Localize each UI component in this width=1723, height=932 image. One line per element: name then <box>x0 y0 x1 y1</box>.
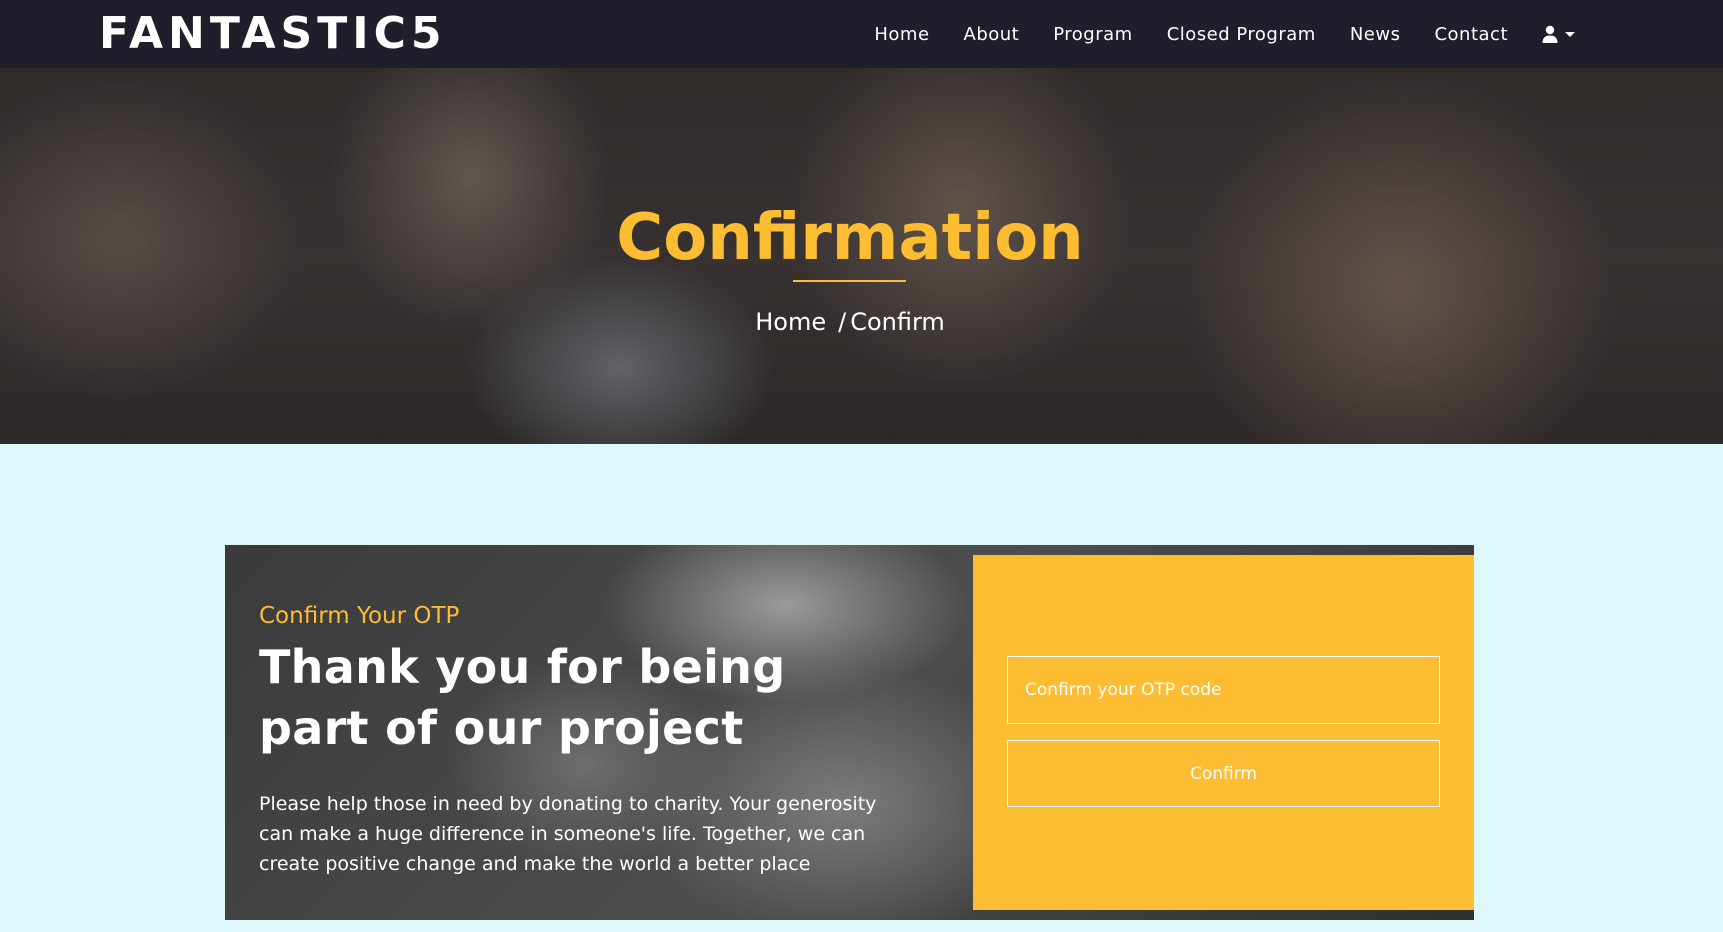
hero-banner: Confirmation Home / Confirm <box>0 68 1723 444</box>
otp-form: Confirm <box>973 555 1474 910</box>
page-title: Confirmation <box>616 201 1084 275</box>
brand-logo[interactable]: FANTASTIC5 <box>99 9 447 59</box>
confirm-button[interactable]: Confirm <box>1007 740 1440 807</box>
nav-link-closed-program[interactable]: Closed Program <box>1167 24 1316 45</box>
otp-input[interactable] <box>1007 656 1440 724</box>
card-info: Confirm Your OTP Thank you for being par… <box>259 601 899 879</box>
nav-link-news[interactable]: News <box>1350 24 1401 45</box>
card-description: Please help those in need by donating to… <box>259 793 877 875</box>
breadcrumb-home[interactable]: Home <box>755 308 826 336</box>
nav-link-program[interactable]: Program <box>1053 24 1132 45</box>
card-subtitle: Confirm Your OTP <box>259 603 460 629</box>
breadcrumb-separator: / <box>838 308 847 336</box>
nav-link-home[interactable]: Home <box>874 24 929 45</box>
nav-links: Home About Program Closed Program News C… <box>874 0 1575 68</box>
user-menu-dropdown[interactable] <box>1542 25 1575 43</box>
nav-link-contact[interactable]: Contact <box>1434 24 1508 45</box>
card-heading: Thank you for being part of our project <box>259 640 786 755</box>
caret-down-icon <box>1565 31 1575 37</box>
navbar: FANTASTIC5 Home About Program Closed Pro… <box>0 0 1723 68</box>
user-icon <box>1542 25 1558 43</box>
breadcrumb: Home / Confirm <box>0 308 1700 336</box>
title-underline <box>793 280 906 282</box>
nav-link-about[interactable]: About <box>964 24 1020 45</box>
breadcrumb-current: Confirm <box>850 308 945 336</box>
otp-card: Confirm Your OTP Thank you for being par… <box>225 545 1474 920</box>
